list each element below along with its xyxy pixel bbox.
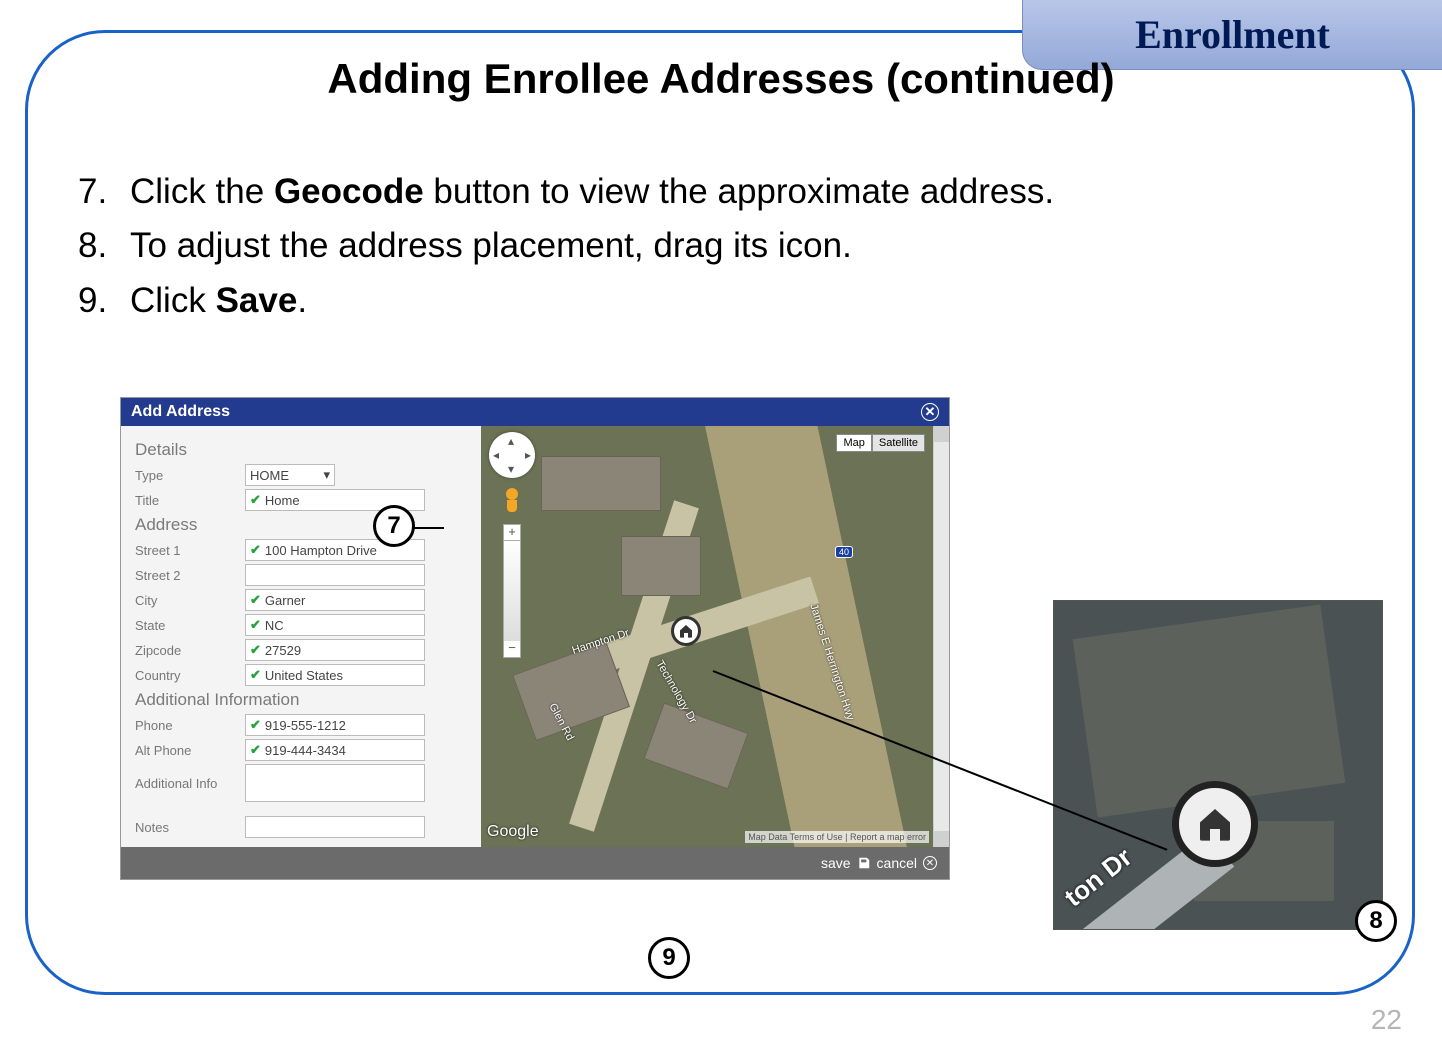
notes-input[interactable]: [245, 816, 425, 838]
arrow-down-icon: ▾: [508, 462, 514, 476]
arrow-up-icon: ▴: [508, 434, 514, 448]
street2-input[interactable]: [245, 564, 425, 586]
zoom-out-button[interactable]: −: [504, 641, 520, 657]
section-tab-label: Enrollment: [1135, 11, 1330, 58]
step-number: 7.: [78, 165, 130, 219]
dialog-close-icon[interactable]: ✕: [921, 403, 939, 421]
check-icon: ✔: [250, 617, 261, 633]
check-icon: ✔: [250, 742, 261, 758]
country-input[interactable]: ✔United States: [245, 664, 425, 686]
state-input[interactable]: ✔NC: [245, 614, 425, 636]
type-select[interactable]: HOME▾: [245, 464, 335, 486]
arrow-right-icon: ▸: [525, 448, 531, 462]
altphone-input[interactable]: ✔919-444-3434: [245, 739, 425, 761]
check-icon: ✔: [250, 717, 261, 733]
step-7: 7. Click the Geocode button to view the …: [78, 165, 1054, 219]
step-9: 9. Click Save.: [78, 274, 1054, 328]
pegman-icon[interactable]: [504, 488, 520, 514]
label-country: Country: [135, 668, 245, 683]
phone-input[interactable]: ✔919-555-1212: [245, 714, 425, 736]
dialog-footer: save cancel ✕: [121, 847, 949, 879]
page-number: 22: [1371, 1004, 1402, 1036]
form-column: Details Type HOME▾ Title ✔Home Address S…: [121, 426, 481, 847]
label-addinfo: Additional Info: [135, 776, 245, 791]
map-panel[interactable]: 40 Hampton Dr James E Herrington Hwy Gle…: [481, 426, 933, 847]
label-street2: Street 2: [135, 568, 245, 583]
dialog-scrollbar[interactable]: [933, 426, 949, 847]
check-icon: ✔: [250, 542, 261, 558]
google-logo: Google: [487, 823, 539, 841]
satellite-button[interactable]: Satellite: [872, 434, 925, 452]
close-icon: ✕: [923, 856, 937, 870]
label-altphone: Alt Phone: [135, 743, 245, 758]
callout-9: 9: [648, 937, 690, 979]
label-phone: Phone: [135, 718, 245, 733]
hwy-shield: 40: [835, 546, 853, 558]
check-icon: ✔: [250, 592, 261, 608]
map-zoom-inset: ton Dr: [1053, 600, 1383, 930]
dialog-title: Add Address: [131, 403, 230, 421]
map-pan-control[interactable]: ▴ ▾ ◂ ▸: [489, 432, 535, 478]
page-title: Adding Enrollee Addresses (continued): [0, 55, 1442, 103]
check-icon: ✔: [250, 667, 261, 683]
check-icon: ✔: [250, 642, 261, 658]
step-8: 8. To adjust the address placement, drag…: [78, 219, 1054, 273]
addinfo-input[interactable]: [245, 764, 425, 802]
map-button[interactable]: Map: [836, 434, 871, 452]
section-details: Details: [135, 440, 467, 460]
map-attribution: Map Data Terms of Use | Report a map err…: [745, 831, 929, 843]
zoom-slider[interactable]: [504, 541, 520, 641]
step-number: 9.: [78, 274, 130, 328]
label-title: Title: [135, 493, 245, 508]
arrow-left-icon: ◂: [493, 448, 499, 462]
cancel-button[interactable]: cancel ✕: [877, 855, 937, 871]
add-address-dialog: Add Address ✕ Details Type HOME▾ Title ✔…: [120, 397, 950, 880]
callout-7: 7: [373, 505, 415, 547]
chevron-down-icon: ▾: [323, 467, 330, 483]
label-notes: Notes: [135, 820, 245, 835]
zoom-control: + −: [503, 524, 521, 658]
check-icon: ✔: [250, 492, 261, 508]
zoom-in-button[interactable]: +: [504, 525, 520, 541]
callout-8: 8: [1355, 900, 1397, 942]
dialog-header: Add Address ✕: [121, 398, 949, 426]
label-state: State: [135, 618, 245, 633]
address-marker-icon[interactable]: [671, 616, 701, 646]
label-city: City: [135, 593, 245, 608]
save-button[interactable]: save: [821, 855, 871, 871]
instruction-list: 7. Click the Geocode button to view the …: [78, 165, 1054, 328]
callout-7-leader: [414, 527, 444, 529]
section-additional: Additional Information: [135, 690, 467, 710]
address-marker-zoom-icon[interactable]: [1172, 781, 1258, 867]
label-street1: Street 1: [135, 543, 245, 558]
map-controls: ▴ ▾ ◂ ▸ + −: [489, 432, 535, 658]
city-input[interactable]: ✔Garner: [245, 589, 425, 611]
label-zipcode: Zipcode: [135, 643, 245, 658]
step-number: 8.: [78, 219, 130, 273]
map-type-toggle: Map Satellite: [836, 434, 925, 452]
zipcode-input[interactable]: ✔27529: [245, 639, 425, 661]
label-type: Type: [135, 468, 245, 483]
save-icon: [857, 856, 871, 870]
section-address: Address: [135, 515, 467, 535]
